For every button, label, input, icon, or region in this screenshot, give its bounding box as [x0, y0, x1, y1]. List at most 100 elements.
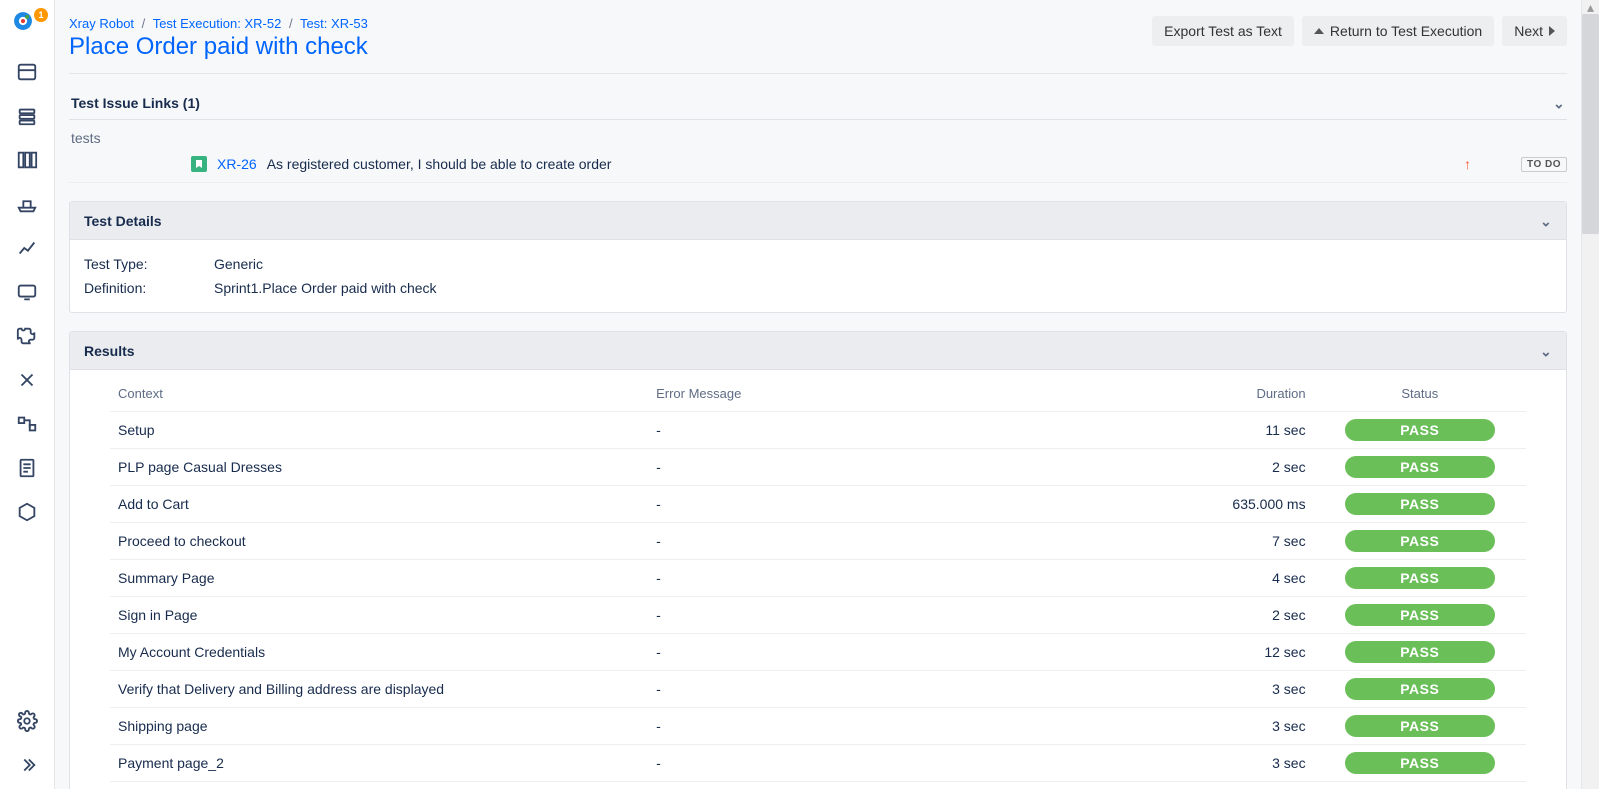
chevron-up-icon: [1314, 28, 1324, 34]
cell-context: My Account Credentials: [110, 634, 648, 671]
flow-icon[interactable]: [11, 412, 43, 436]
story-icon: [191, 156, 207, 172]
table-row: Proceed to checkout-7 sec PASS: [110, 523, 1526, 560]
cell-status: PASS: [1314, 782, 1526, 789]
cell-duration: 12 sec: [1101, 634, 1313, 671]
definition-label: Definition:: [84, 280, 214, 296]
cell-error: -: [648, 671, 1101, 708]
cell-status: PASS: [1314, 560, 1526, 597]
test-issue-links-panel: Test Issue Links (1) ⌃ tests XR-26 As re…: [69, 86, 1567, 183]
return-to-execution-button[interactable]: Return to Test Execution: [1302, 16, 1494, 46]
table-row: Setup-11 secPASS: [110, 412, 1526, 449]
app-logo[interactable]: 1: [12, 10, 42, 40]
breadcrumb-link-execution[interactable]: Test Execution: XR-52: [153, 16, 282, 31]
table-row: PLP page Casual Dresses-2 secPASS: [110, 449, 1526, 486]
columns-icon[interactable]: [11, 148, 43, 172]
cell-context: Shipping page: [110, 708, 648, 745]
settings-icon[interactable]: [11, 709, 43, 733]
cell-status: PASS: [1314, 745, 1526, 782]
scrollbar[interactable]: ▴: [1581, 0, 1599, 789]
issue-key-link[interactable]: XR-26: [217, 156, 257, 172]
cell-error: -: [648, 782, 1101, 789]
priority-high-icon: ↑: [1464, 156, 1471, 172]
monitor-icon[interactable]: [11, 280, 43, 304]
backlog-icon[interactable]: [11, 104, 43, 128]
page-header: Xray Robot / Test Execution: XR-52 / Tes…: [69, 10, 1567, 74]
col-status: Status: [1314, 376, 1526, 412]
table-row: Shipping page-3 secPASS: [110, 708, 1526, 745]
collapse-results-icon[interactable]: ⌃: [1540, 342, 1552, 359]
cell-error: -: [648, 634, 1101, 671]
cell-duration: 635.000 ms: [1101, 486, 1313, 523]
cell-status: PASS: [1314, 486, 1526, 523]
main-content: ▴ Xray Robot / Test Execution: XR-52 / T…: [55, 0, 1599, 789]
cell-context: Add to Cart: [110, 486, 648, 523]
cell-duration: 3 sec: [1101, 745, 1313, 782]
collapse-details-icon[interactable]: ⌃: [1540, 212, 1552, 229]
test-type-value: Generic: [214, 256, 263, 272]
puzzle-icon[interactable]: [11, 324, 43, 348]
cell-error: -: [648, 745, 1101, 782]
status-pass-badge: PASS: [1345, 419, 1495, 441]
test-type-label: Test Type:: [84, 256, 214, 272]
status-pass-badge: PASS: [1345, 752, 1495, 774]
cell-context: Sign in Page: [110, 597, 648, 634]
cell-error: -: [648, 449, 1101, 486]
details-panel-title: Test Details: [84, 213, 162, 229]
left-sidebar: 1: [0, 0, 55, 789]
cell-context: Payment page_2: [110, 745, 648, 782]
cell-error: -: [648, 412, 1101, 449]
cell-duration: 2 sec: [1101, 597, 1313, 634]
cell-status: PASS: [1314, 634, 1526, 671]
col-error: Error Message: [648, 376, 1101, 412]
chevron-right-icon: [1549, 26, 1555, 36]
notification-badge: 1: [34, 8, 48, 22]
table-row: Order summary page-4 secPASS: [110, 782, 1526, 789]
table-row: Sign in Page-2 secPASS: [110, 597, 1526, 634]
page-icon[interactable]: [11, 456, 43, 480]
cell-error: -: [648, 560, 1101, 597]
issue-summary: As registered customer, I should be able…: [267, 156, 612, 172]
hex-icon[interactable]: [11, 500, 43, 524]
results-table: Context Error Message Duration Status Se…: [110, 376, 1526, 789]
cell-duration: 7 sec: [1101, 523, 1313, 560]
cell-status: PASS: [1314, 412, 1526, 449]
table-row: Verify that Delivery and Billing address…: [110, 671, 1526, 708]
board-icon[interactable]: [11, 60, 43, 84]
test-details-panel: Test Details ⌃ Test Type: Generic Defini…: [69, 201, 1567, 313]
cell-duration: 3 sec: [1101, 708, 1313, 745]
reports-icon[interactable]: [11, 236, 43, 260]
cell-duration: 2 sec: [1101, 449, 1313, 486]
status-pass-badge: PASS: [1345, 604, 1495, 626]
breadcrumb-link-project[interactable]: Xray Robot: [69, 16, 134, 31]
results-panel-title: Results: [84, 343, 135, 359]
table-row: Summary Page-4 secPASS: [110, 560, 1526, 597]
ship-icon[interactable]: [11, 192, 43, 216]
cell-error: -: [648, 486, 1101, 523]
definition-value: Sprint1.Place Order paid with check: [214, 280, 437, 296]
col-duration: Duration: [1101, 376, 1313, 412]
cell-context: Verify that Delivery and Billing address…: [110, 671, 648, 708]
status-pass-badge: PASS: [1345, 641, 1495, 663]
table-row: My Account Credentials-12 sec PASS: [110, 634, 1526, 671]
cell-context: Order summary page: [110, 782, 648, 789]
expand-icon[interactable]: [11, 753, 43, 777]
status-pass-badge: PASS: [1345, 530, 1495, 552]
cell-error: -: [648, 523, 1101, 560]
cell-context: Proceed to checkout: [110, 523, 648, 560]
next-button[interactable]: Next: [1502, 16, 1567, 46]
collapse-links-icon[interactable]: ⌃: [1553, 94, 1565, 111]
status-pass-badge: PASS: [1345, 456, 1495, 478]
page-title: Place Order paid with check: [69, 33, 368, 61]
tools-icon[interactable]: [11, 368, 43, 392]
col-context: Context: [110, 376, 648, 412]
table-row: Add to Cart-635.000 msPASS: [110, 486, 1526, 523]
cell-context: Setup: [110, 412, 648, 449]
links-panel-title: Test Issue Links (1): [71, 95, 200, 111]
breadcrumb-link-test[interactable]: Test: XR-53: [300, 16, 368, 31]
export-test-button[interactable]: Export Test as Text: [1152, 16, 1294, 46]
status-pass-badge: PASS: [1345, 567, 1495, 589]
cell-error: -: [648, 708, 1101, 745]
cell-status: PASS: [1314, 523, 1526, 560]
cell-duration: 4 sec: [1101, 560, 1313, 597]
